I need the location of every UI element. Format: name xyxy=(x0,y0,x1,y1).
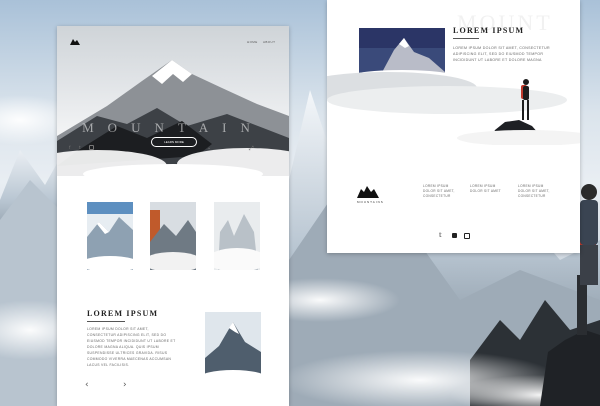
hero-cta-button[interactable]: LEARN MORE xyxy=(151,137,197,147)
footer-logo-text: MOUNTAINS xyxy=(357,200,384,204)
facebook-icon[interactable]: f xyxy=(69,145,70,150)
footer-column-3: LOREM IPSUM DOLOR SIT AMET, CONSECTETUR xyxy=(518,184,550,198)
brand-logo-icon[interactable] xyxy=(70,38,80,45)
carousel-next-button[interactable]: › xyxy=(123,380,127,390)
content-page-mockup: MOUNT LOREM IPSUM LOREM IPSUM DOLOR SIT … xyxy=(327,0,580,253)
section-body-text: LOREM IPSUM DOLOR SIT AMET, CONSECTETUR … xyxy=(87,327,176,367)
cloud-peak-image xyxy=(327,72,580,145)
title-underline xyxy=(87,321,125,322)
facebook-icon[interactable] xyxy=(452,233,457,238)
hero-section: HOME ABOUT MOUNTAIN LEARN MORE f t ⌄ ⤢ xyxy=(57,26,289,176)
gallery-thumbnail-1[interactable] xyxy=(87,202,133,270)
hero-mountain-image xyxy=(57,60,289,176)
twitter-icon[interactable]: t xyxy=(79,145,81,150)
section-mountain-image xyxy=(205,312,261,382)
section-title: LOREM IPSUM xyxy=(87,309,159,318)
nav-link-about[interactable]: ABOUT xyxy=(263,40,275,44)
hero-headline: MOUNTAIN xyxy=(82,120,264,135)
instagram-icon[interactable] xyxy=(89,145,94,150)
footer-column-2: LOREM IPSUM DOLOR SIT AMET xyxy=(470,184,501,193)
twitter-icon[interactable]: 𝕥 xyxy=(439,232,442,239)
footer-column-1: LOREM IPSUM DOLOR SIT AMET, CONSECTETUR xyxy=(423,184,455,198)
landing-page-mockup: HOME ABOUT MOUNTAIN LEARN MORE f t ⌄ ⤢ L… xyxy=(57,26,289,406)
content-title-underline xyxy=(453,38,479,39)
footer-logo-icon[interactable] xyxy=(357,186,379,198)
content-title: LOREM IPSUM xyxy=(453,26,525,35)
gallery-thumbnail-2[interactable] xyxy=(150,202,196,270)
instagram-icon[interactable] xyxy=(464,233,470,239)
gallery-thumbnail-3[interactable] xyxy=(214,202,260,270)
expand-icon[interactable]: ⤢ xyxy=(249,145,254,153)
nav-link-home[interactable]: HOME xyxy=(247,40,258,44)
carousel-prev-button[interactable]: ‹ xyxy=(85,380,89,390)
scroll-down-icon[interactable]: ⌄ xyxy=(207,145,211,151)
